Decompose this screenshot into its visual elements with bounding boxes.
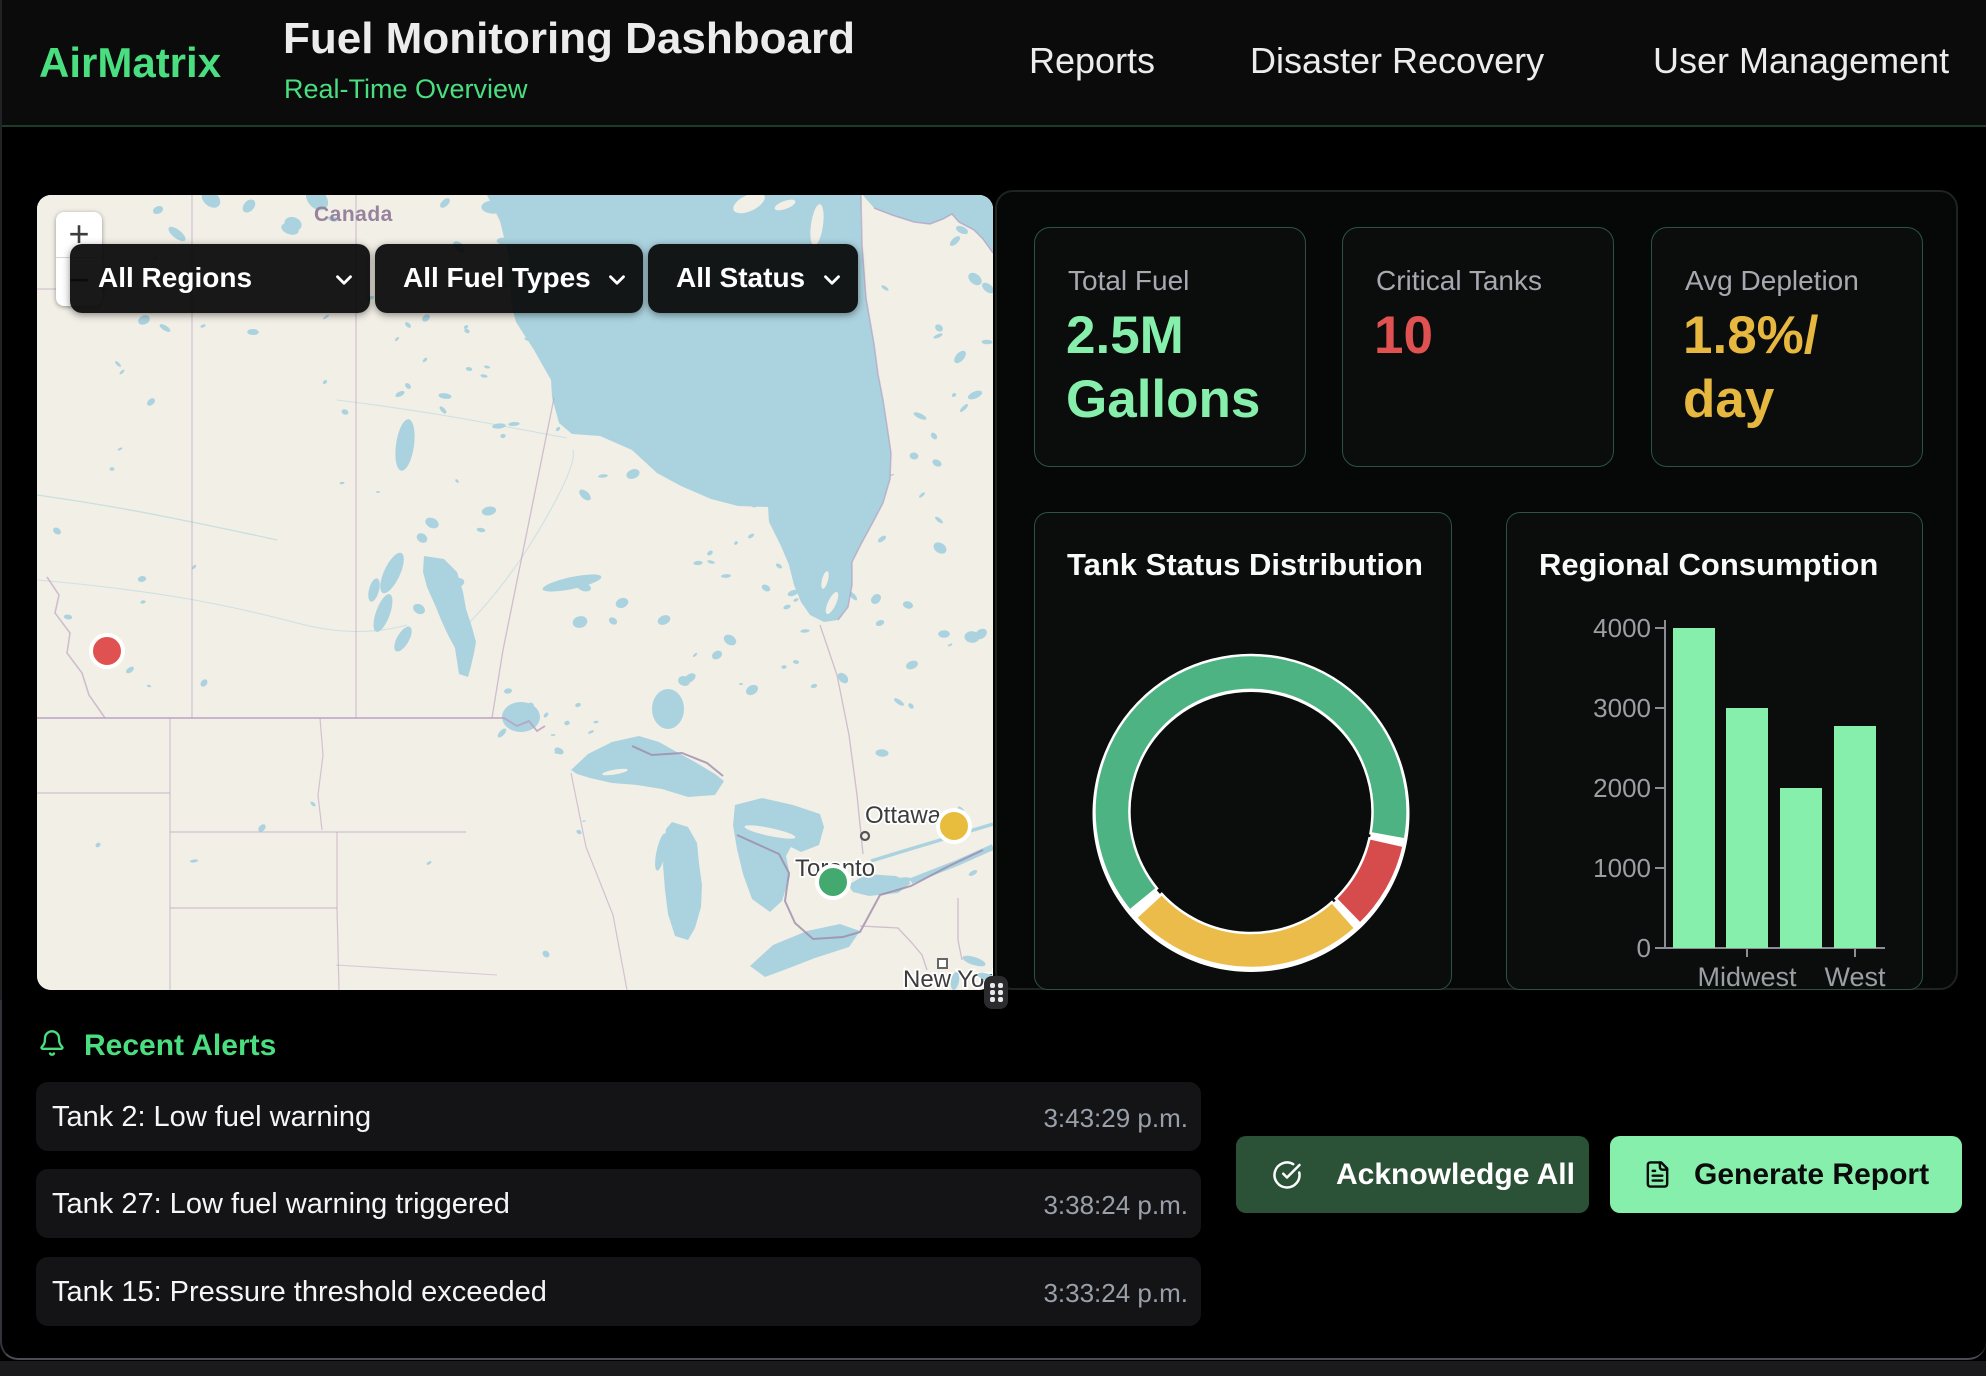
svg-text:Ottawa: Ottawa [865, 802, 942, 829]
svg-text:New York: New York [903, 966, 993, 990]
svg-text:4000: 4000 [1593, 613, 1651, 643]
svg-text:Midwest: Midwest [1697, 962, 1797, 991]
svg-text:3000: 3000 [1593, 693, 1651, 723]
svg-text:2000: 2000 [1593, 773, 1651, 803]
svg-text:West: West [1824, 962, 1886, 991]
svg-text:0: 0 [1637, 933, 1651, 963]
svg-text:Canada: Canada [314, 203, 393, 226]
svg-text:1000: 1000 [1593, 853, 1651, 883]
